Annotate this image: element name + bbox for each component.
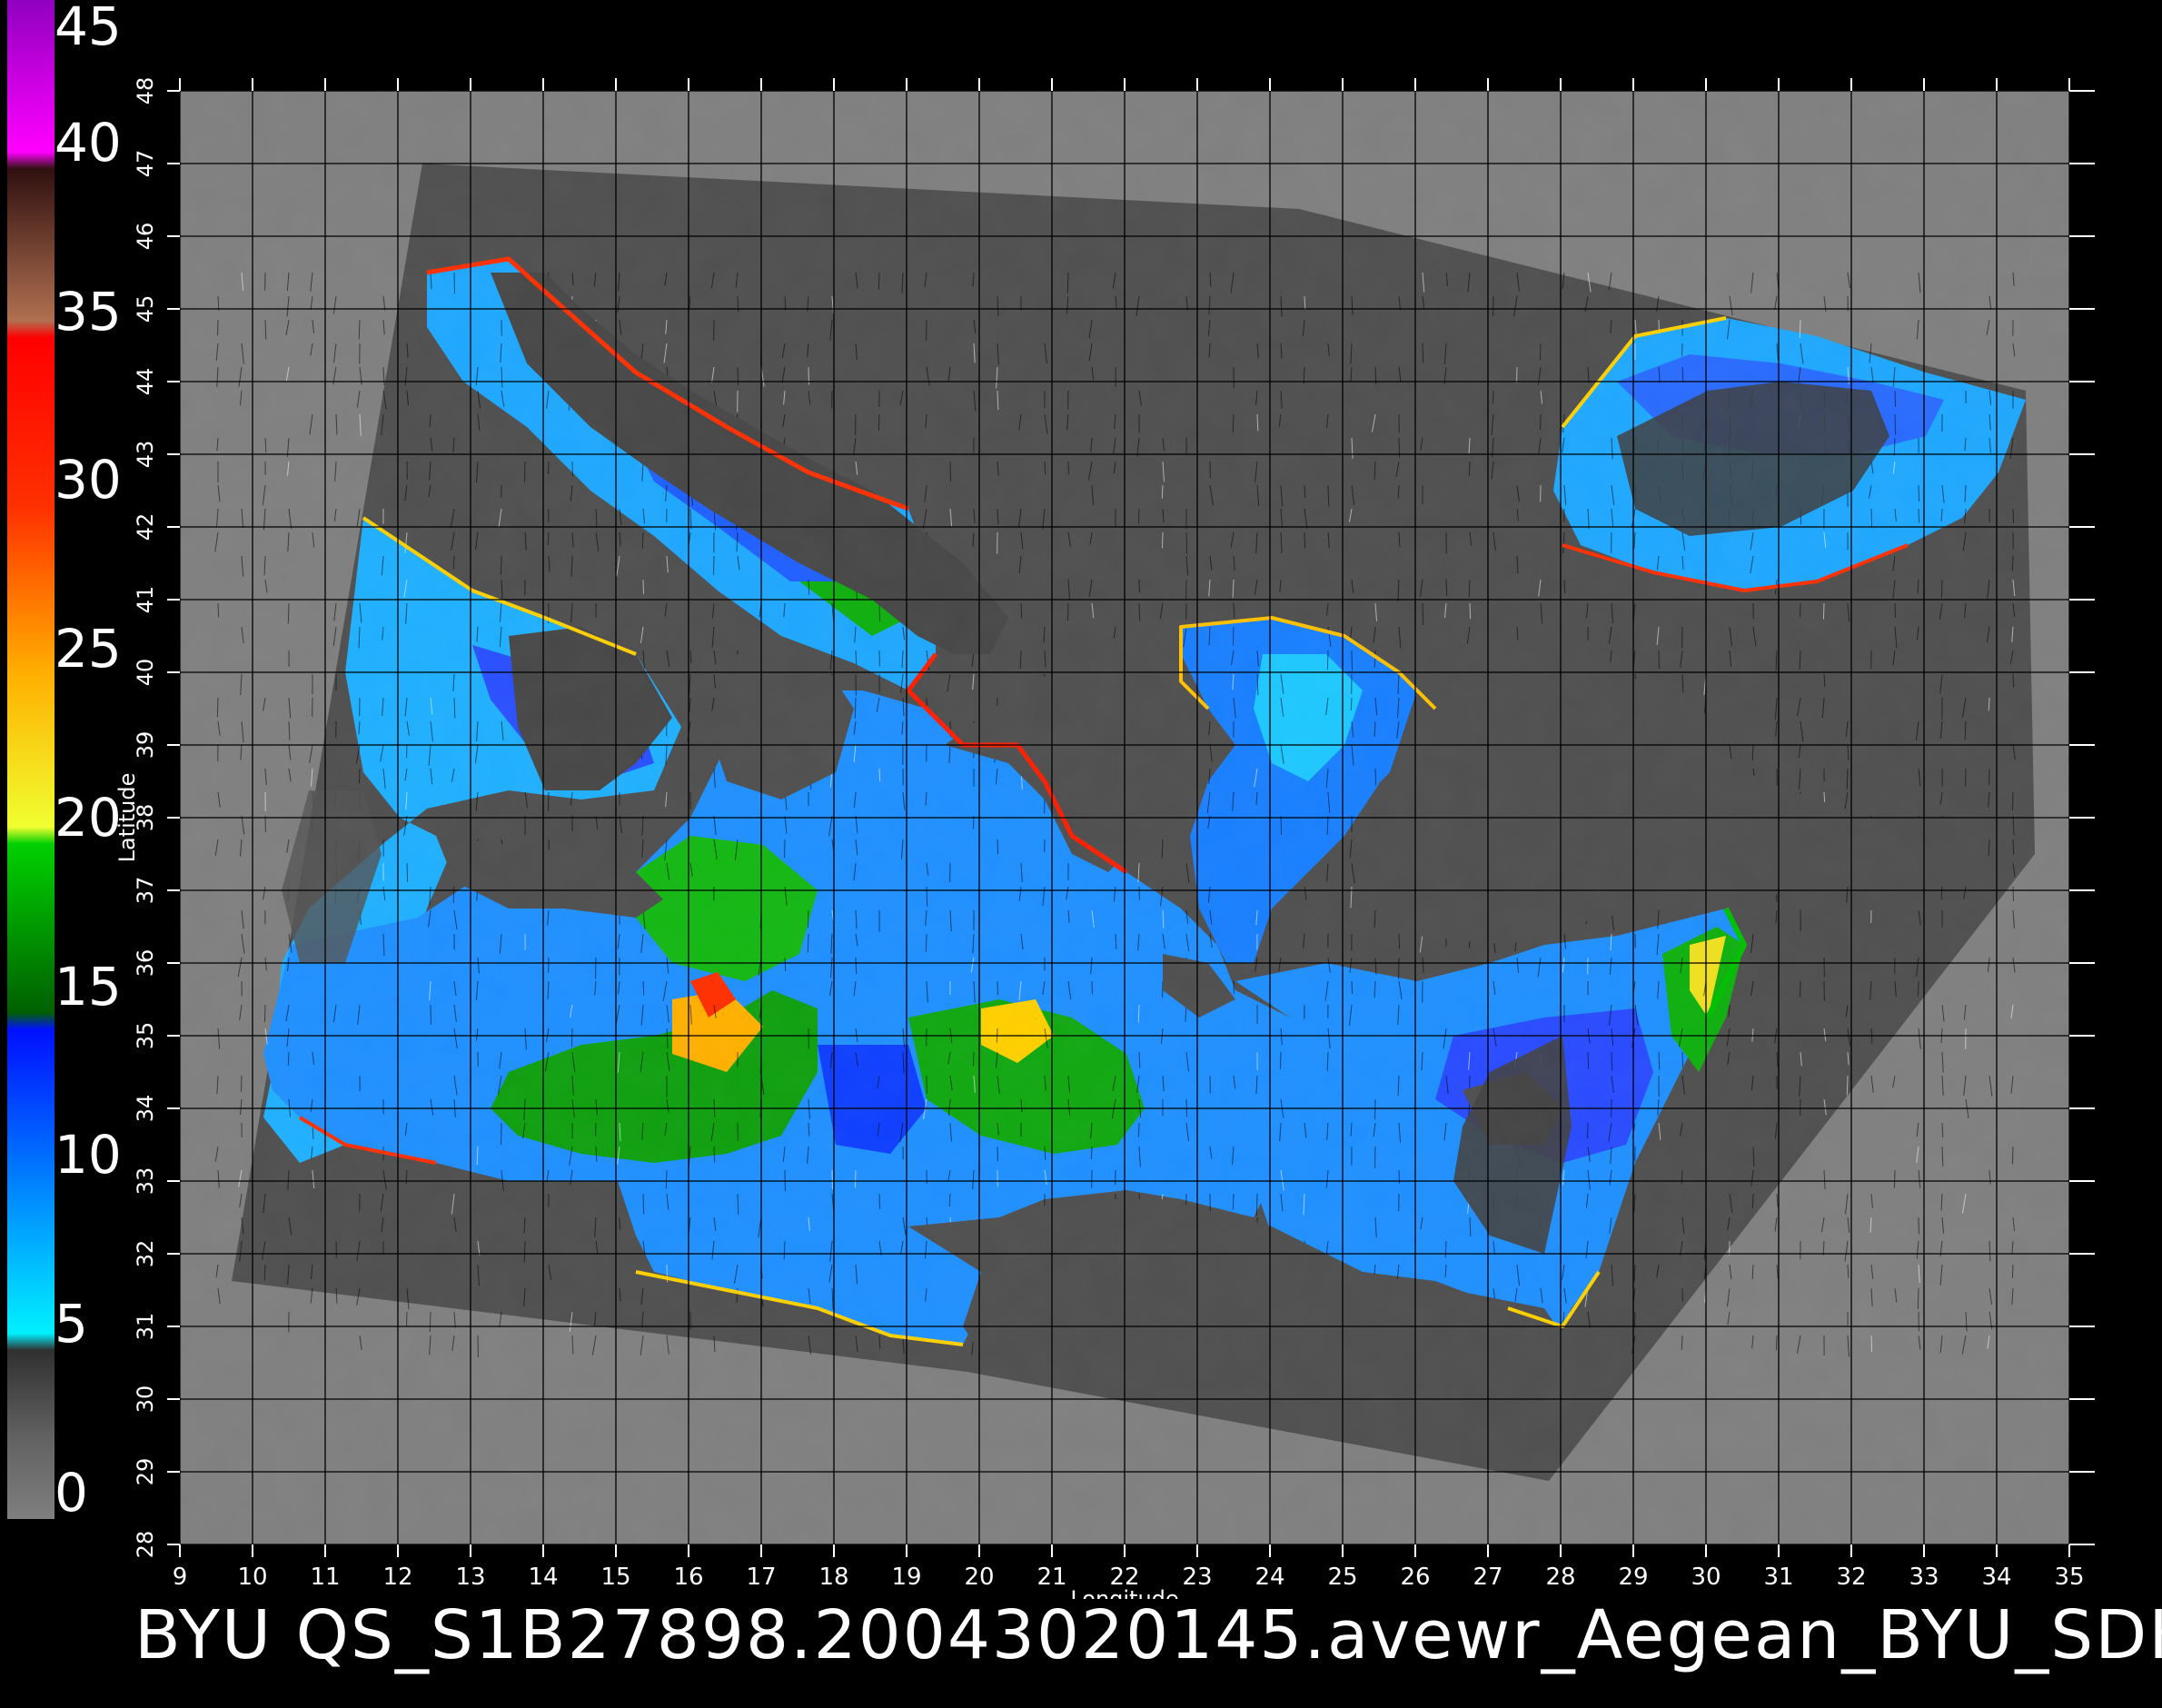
- image-caption: BYU QS_S1B27898.20043020145.avewr_Aegean…: [134, 1596, 2162, 1674]
- longitude-tick-label: 11: [310, 1564, 340, 1591]
- longitude-tick-label: 24: [1255, 1564, 1284, 1591]
- longitude-tick-label: 18: [818, 1564, 848, 1591]
- longitude-tick-label: 27: [1473, 1564, 1502, 1591]
- latitude-tick-label: 39: [133, 731, 158, 760]
- longitude-tick-label: 14: [528, 1564, 558, 1591]
- longitude-tick-label: 29: [1618, 1564, 1648, 1591]
- latitude-tick-label: 30: [133, 1385, 158, 1414]
- longitude-tick-label: 35: [2054, 1564, 2084, 1591]
- longitude-tick-label: 30: [1691, 1564, 1721, 1591]
- latitude-tick-label: 28: [133, 1531, 158, 1559]
- longitude-tick-label: 12: [382, 1564, 412, 1591]
- longitude-tick-label: 34: [1981, 1564, 2011, 1591]
- longitude-tick-label: 17: [746, 1564, 776, 1591]
- longitude-tick-label: 19: [891, 1564, 921, 1591]
- longitude-tick-label: 23: [1182, 1564, 1212, 1591]
- wind-map: 9 10 11 12 13 14 15 16 17 18 19 20 21 22 23 24 25 26 27 28 2…: [114, 77, 2095, 1599]
- latitude-tick-label: 45: [133, 295, 158, 323]
- latitude-tick-label: 44: [133, 368, 158, 396]
- latitude-tick-label: 46: [133, 223, 158, 251]
- latitude-tick-label: 40: [133, 659, 158, 687]
- longitude-tick-label: 33: [1909, 1564, 1939, 1591]
- latitude-tick-label: 37: [133, 877, 158, 905]
- latitude-tick-label: 33: [133, 1167, 158, 1196]
- longitude-tick-label: 16: [673, 1564, 703, 1591]
- longitude-tick-label: 32: [1836, 1564, 1866, 1591]
- longitude-tick-label: 21: [1036, 1564, 1066, 1591]
- lat-lon-grid: [180, 91, 2069, 1544]
- longitude-tick-label: 13: [455, 1564, 485, 1591]
- latitude-tick-label: 48: [133, 77, 158, 105]
- latitude-tick-label: 29: [133, 1458, 158, 1486]
- latitude-tick-label: 42: [133, 513, 158, 541]
- latitude-tick-label: 32: [133, 1240, 158, 1268]
- longitude-tick-label: 25: [1327, 1564, 1357, 1591]
- latitude-tick-label: 47: [133, 150, 158, 178]
- y-axis-label: Latitude: [114, 773, 140, 863]
- longitude-tick-label: 15: [600, 1564, 630, 1591]
- latitude-tick-label: 35: [133, 1022, 158, 1050]
- latitude-tick-label: 36: [133, 949, 158, 978]
- latitude-tick-label: 34: [133, 1095, 158, 1123]
- longitude-tick-label: 28: [1545, 1564, 1575, 1591]
- latitude-tick-label: 43: [133, 441, 158, 469]
- longitude-tick-label: 10: [237, 1564, 267, 1591]
- latitude-tick-label: 31: [133, 1313, 158, 1341]
- longitude-tick-label: 31: [1763, 1564, 1793, 1591]
- longitude-tick-label: 20: [964, 1564, 994, 1591]
- longitude-tick-label: 9: [173, 1564, 188, 1591]
- longitude-tick-label: 26: [1400, 1564, 1430, 1591]
- latitude-tick-label: 41: [133, 586, 158, 614]
